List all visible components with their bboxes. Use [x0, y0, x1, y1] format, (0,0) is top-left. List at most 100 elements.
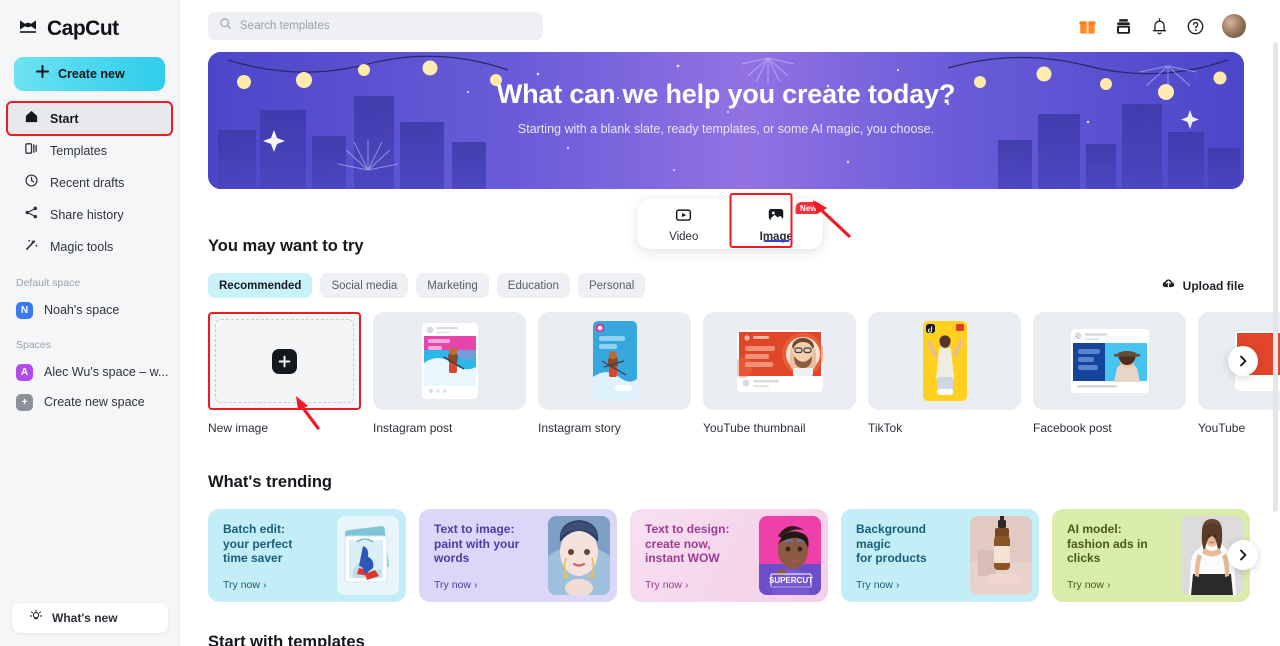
svg-text:SUPERCUT: SUPERCUT [769, 576, 813, 585]
main-content: Search templates What can we help you cr… [180, 0, 1280, 646]
chip-personal[interactable]: Personal [577, 273, 646, 298]
chevron-right-icon: › [1106, 579, 1111, 591]
user-avatar[interactable] [1222, 14, 1246, 38]
brand-name: CapCut [47, 16, 119, 40]
trending-card-text-to-design[interactable]: Text to design: create now, instant WOW … [630, 509, 828, 602]
tab-video-label: Video [669, 230, 699, 243]
scrollbar-thumb[interactable] [1273, 42, 1278, 512]
card-caption: TikTok [868, 421, 903, 435]
new-badge: New [795, 202, 822, 214]
lightbulb-icon [29, 609, 43, 628]
templates-icon [24, 141, 39, 161]
trending-card-title: Text to image: paint with your words [434, 522, 520, 565]
chip-education[interactable]: Education [496, 273, 570, 298]
try-now-link[interactable]: Try now › [645, 579, 688, 591]
trending-card-text-to-image[interactable]: Text to image: paint with your words Try… [419, 509, 617, 602]
plus-icon: + [16, 393, 33, 411]
trending-card-title: AI model: fashion ads in clicks [1067, 522, 1148, 565]
chip-label: Marketing [427, 279, 478, 292]
try-now-link[interactable]: Try now › [856, 579, 899, 591]
chevron-right-icon: › [895, 579, 900, 591]
bell-icon[interactable] [1150, 17, 1169, 36]
trending-card-batch-edit[interactable]: Batch edit: your perfect time saver Try … [208, 509, 406, 602]
card-instagram-post[interactable]: Instagram post [373, 312, 526, 435]
card-caption: New image [208, 421, 269, 435]
sidebar-space-alec[interactable]: A Alec Wu's space – w... [0, 357, 179, 387]
trending-carousel-next-button[interactable] [1228, 540, 1258, 570]
tiktok-thumb [922, 321, 967, 401]
sidebar-space-noah[interactable]: N Noah's space [0, 295, 179, 325]
upload-file-label: Upload file [1182, 278, 1244, 293]
try-now-link[interactable]: Try now › [1067, 579, 1110, 591]
sidebar-item-magic-tools[interactable]: Magic tools [8, 231, 171, 262]
card-caption: Instagram post [373, 421, 453, 435]
card-facebook-post[interactable]: Facebook post [1033, 312, 1186, 435]
home-icon [24, 109, 39, 129]
upload-file-button[interactable]: Upload file [1161, 276, 1244, 296]
sidebar-nav: Start Templates Recent drafts Share hist… [0, 101, 179, 262]
sidebar-item-recent-drafts-label: Recent drafts [50, 175, 125, 190]
search-input[interactable]: Search templates [208, 12, 543, 40]
templates-carousel-next-button[interactable] [1228, 346, 1258, 376]
try-now-link[interactable]: Try now › [434, 579, 477, 591]
batch-edit-thumb [337, 516, 399, 595]
chip-recommended[interactable]: Recommended [208, 273, 313, 298]
chip-label: Recommended [219, 279, 302, 292]
mode-switch: Video Image New [637, 193, 823, 249]
try-now-label: Try now [856, 579, 893, 591]
sidebar-item-recent-drafts[interactable]: Recent drafts [8, 167, 171, 198]
trending-card-title: Text to design: create now, instant WOW [645, 522, 730, 565]
chip-marketing[interactable]: Marketing [416, 273, 489, 298]
dashed-placeholder [215, 319, 354, 403]
chip-label: Education [507, 279, 559, 292]
trending-card-image: SUPERCUT [759, 516, 821, 595]
card-youtube-thumbnail[interactable]: YouTube thumbnail [703, 312, 856, 435]
sidebar-item-templates[interactable]: Templates [8, 135, 171, 166]
chip-label: Personal [588, 279, 635, 292]
trending-card-image [548, 516, 610, 595]
tab-image[interactable]: Image New [730, 199, 823, 249]
card-new-image[interactable]: New image [208, 312, 361, 435]
sidebar-item-start[interactable]: Start [6, 101, 173, 136]
try-now-link[interactable]: Try now › [223, 579, 266, 591]
card-thumb [538, 312, 691, 410]
space-initial-badge: A [16, 363, 33, 381]
plus-icon [272, 348, 297, 374]
chip-label: Social media [331, 279, 398, 292]
instagram-post-thumb [421, 323, 478, 399]
try-now-label: Try now [434, 579, 471, 591]
search-placeholder: Search templates [240, 20, 330, 32]
tab-video[interactable]: Video [638, 199, 731, 249]
chip-social-media[interactable]: Social media [320, 273, 409, 298]
card-caption: Instagram story [538, 421, 621, 435]
text-to-image-thumb [548, 516, 610, 595]
hero-subtitle: Starting with a blank slate, ready templ… [517, 122, 935, 136]
try-now-label: Try now [1067, 579, 1104, 591]
text-to-design-thumb: SUPERCUT [759, 516, 821, 595]
chevron-right-icon: › [473, 579, 478, 591]
upload-cloud-icon [1161, 276, 1176, 296]
print-icon[interactable] [1114, 17, 1133, 36]
trending-card-background-magic[interactable]: Background magic for products Try now › [841, 509, 1039, 602]
gift-icon[interactable] [1078, 17, 1097, 36]
vertical-scrollbar[interactable] [1273, 42, 1278, 512]
sidebar-item-share-history[interactable]: Share history [8, 199, 171, 230]
card-tiktok[interactable]: TikTok [868, 312, 1021, 435]
facebook-post-thumb [1070, 329, 1149, 393]
help-circle-icon[interactable] [1186, 17, 1205, 36]
trending-card-ai-model[interactable]: AI model: fashion ads in clicks Try now › [1052, 509, 1250, 602]
category-chips: Recommended Social media Marketing Educa… [208, 273, 1244, 298]
try-now-label: Try now [223, 579, 260, 591]
space-initial-badge: N [16, 301, 33, 319]
instagram-story-thumb [592, 321, 637, 401]
whats-new-button[interactable]: What's new [12, 603, 168, 633]
create-new-space-button[interactable]: + Create new space [0, 387, 179, 417]
sidebar: CapCut Create new Start Templates Recent… [0, 0, 180, 646]
card-instagram-story[interactable]: Instagram story [538, 312, 691, 435]
create-new-button[interactable]: Create new [14, 57, 165, 91]
default-space-title: Default space [16, 277, 81, 289]
card-thumb [703, 312, 856, 410]
chevron-right-icon: › [262, 579, 267, 591]
sidebar-space-noah-label: Noah's space [44, 303, 120, 317]
sidebar-space-alec-label: Alec Wu's space – w... [44, 365, 169, 379]
